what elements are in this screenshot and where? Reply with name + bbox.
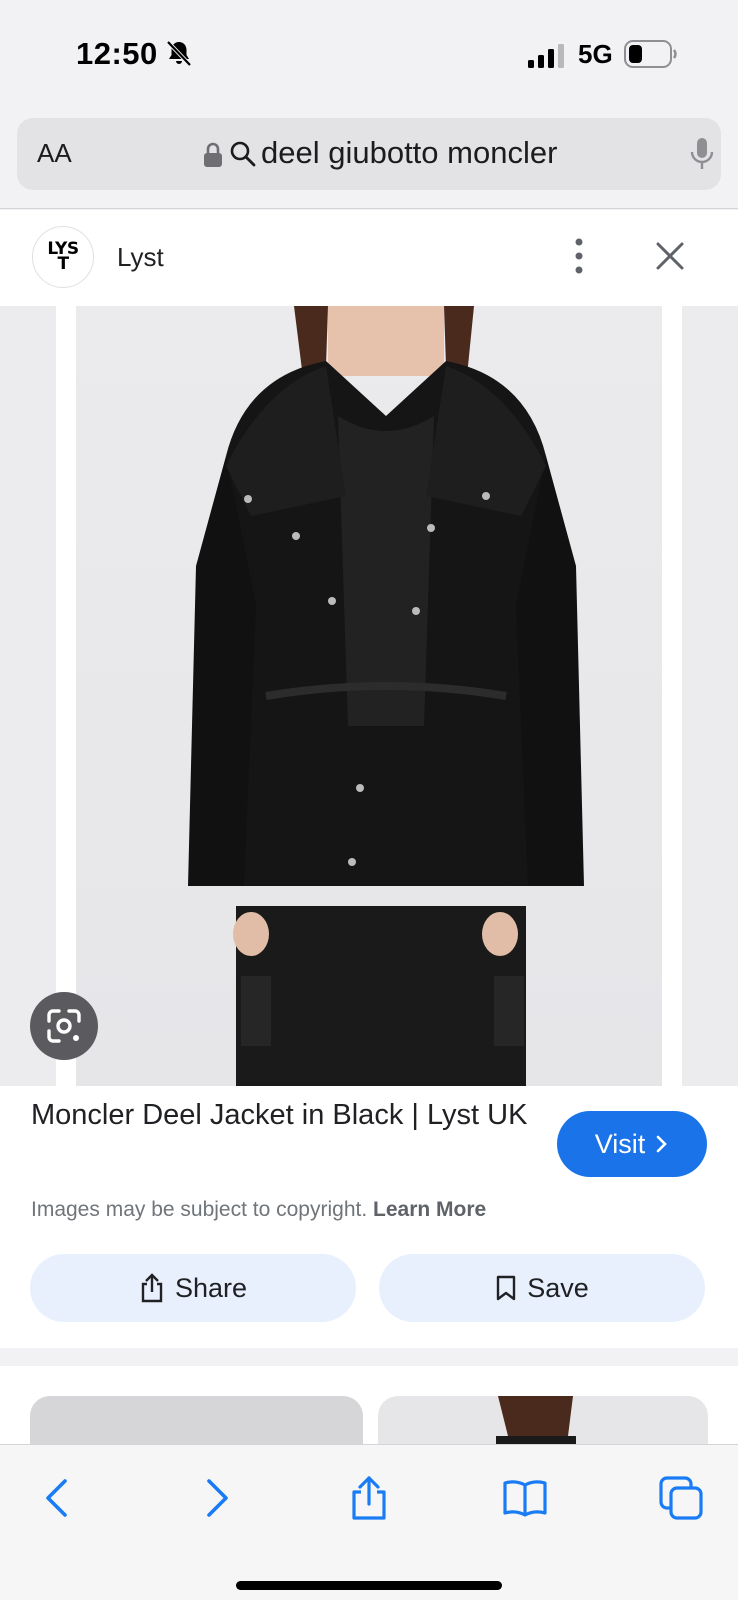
product-image[interactable] <box>76 306 662 1086</box>
back-icon[interactable] <box>36 1475 82 1521</box>
close-icon[interactable] <box>652 238 688 274</box>
product-photo <box>188 306 584 1086</box>
copyright-text: Images may be subject to copyright. <box>31 1198 368 1221</box>
status-bar: 12:50 5G <box>0 0 738 104</box>
search-icon <box>230 141 256 167</box>
home-indicator <box>236 1581 502 1590</box>
result-thumbnail[interactable] <box>378 1396 708 1446</box>
image-carousel[interactable] <box>0 306 738 1086</box>
bookmark-icon <box>497 1275 516 1301</box>
google-lens-button[interactable] <box>30 992 98 1060</box>
source-logo[interactable]: LYST <box>32 226 94 288</box>
source-name[interactable]: Lyst <box>117 242 164 273</box>
previous-image-peek[interactable] <box>0 306 56 1086</box>
share-icon[interactable] <box>346 1475 392 1521</box>
bookmarks-icon[interactable] <box>502 1475 548 1521</box>
tabs-icon[interactable] <box>658 1475 704 1521</box>
divider <box>0 208 738 209</box>
source-logo-text: LYST <box>47 239 79 274</box>
bell-slash-icon <box>166 40 192 67</box>
lock-icon <box>204 142 222 167</box>
save-label: Save <box>527 1272 589 1303</box>
mic-icon[interactable] <box>689 136 715 172</box>
more-options-icon[interactable] <box>566 236 592 276</box>
forward-icon[interactable] <box>192 1475 238 1521</box>
source-header: LYST Lyst <box>0 210 738 306</box>
status-time: 12:50 <box>76 36 158 71</box>
share-button[interactable]: Share <box>30 1254 356 1322</box>
copyright-notice: Images may be subject to copyright. Lear… <box>31 1198 486 1222</box>
learn-more-link[interactable]: Learn More <box>373 1198 486 1221</box>
more-results <box>0 1366 738 1446</box>
network-label: 5G <box>578 39 613 69</box>
chevron-right-icon <box>656 1135 668 1153</box>
next-image-peek[interactable] <box>682 306 738 1086</box>
address-query[interactable]: deel giubotto moncler <box>261 135 557 171</box>
lens-icon <box>47 1009 81 1043</box>
address-bar[interactable]: AA deel giubotto moncler <box>17 118 721 190</box>
thumbnail-photo <box>496 1396 576 1446</box>
result-thumbnail[interactable] <box>30 1396 363 1446</box>
signal-icon <box>528 44 564 68</box>
visit-label: Visit <box>594 1128 646 1159</box>
save-button[interactable]: Save <box>379 1254 705 1322</box>
battery-icon <box>624 40 677 68</box>
share-icon <box>141 1273 163 1303</box>
browser-toolbar <box>0 1444 738 1600</box>
share-label: Share <box>174 1272 248 1303</box>
text-size-button[interactable]: AA <box>37 138 72 169</box>
result-title[interactable]: Moncler Deel Jacket in Black | Lyst UK <box>31 1096 531 1134</box>
visit-button[interactable]: Visit <box>557 1111 707 1177</box>
image-result-panel: LYST Lyst Moncler Deel Jacket in Black |… <box>0 210 738 1348</box>
